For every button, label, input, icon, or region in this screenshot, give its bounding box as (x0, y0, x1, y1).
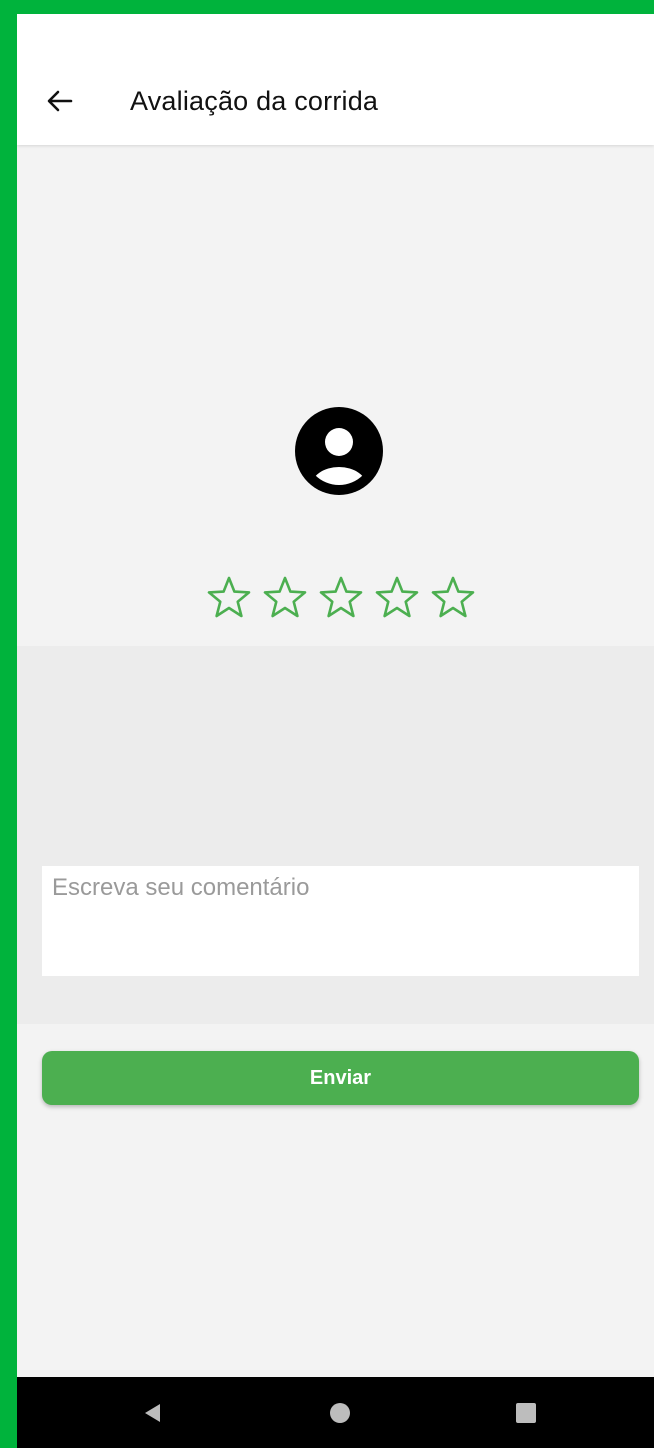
rating-star-5-star-outline-icon[interactable] (429, 574, 477, 622)
rating-star-4-star-outline-icon[interactable] (373, 574, 421, 622)
system-nav-bar (17, 1377, 654, 1448)
page-title: Avaliação da corrida (130, 86, 379, 116)
rating-star-1-star-outline-icon[interactable] (205, 574, 253, 622)
user-circle-icon (295, 407, 383, 495)
send-button[interactable]: Enviar (42, 1051, 639, 1105)
comment-input[interactable] (42, 866, 639, 976)
system-back-button[interactable] (131, 1391, 175, 1435)
arrow-left-icon (47, 90, 73, 112)
app-screen: Avaliação da corrida Enviar (17, 14, 654, 1448)
rating-star-2-star-outline-icon[interactable] (261, 574, 309, 622)
circle-home-icon (330, 1403, 350, 1423)
rating-stars (205, 574, 477, 622)
triangle-back-icon (145, 1404, 160, 1422)
rating-star-3-star-outline-icon[interactable] (317, 574, 365, 622)
app-bar: Avaliação da corrida (17, 14, 654, 145)
system-recents-button[interactable] (504, 1391, 548, 1435)
driver-avatar (295, 407, 383, 495)
system-home-button[interactable] (318, 1391, 362, 1435)
back-button[interactable] (43, 84, 77, 118)
square-recents-icon (516, 1403, 536, 1423)
